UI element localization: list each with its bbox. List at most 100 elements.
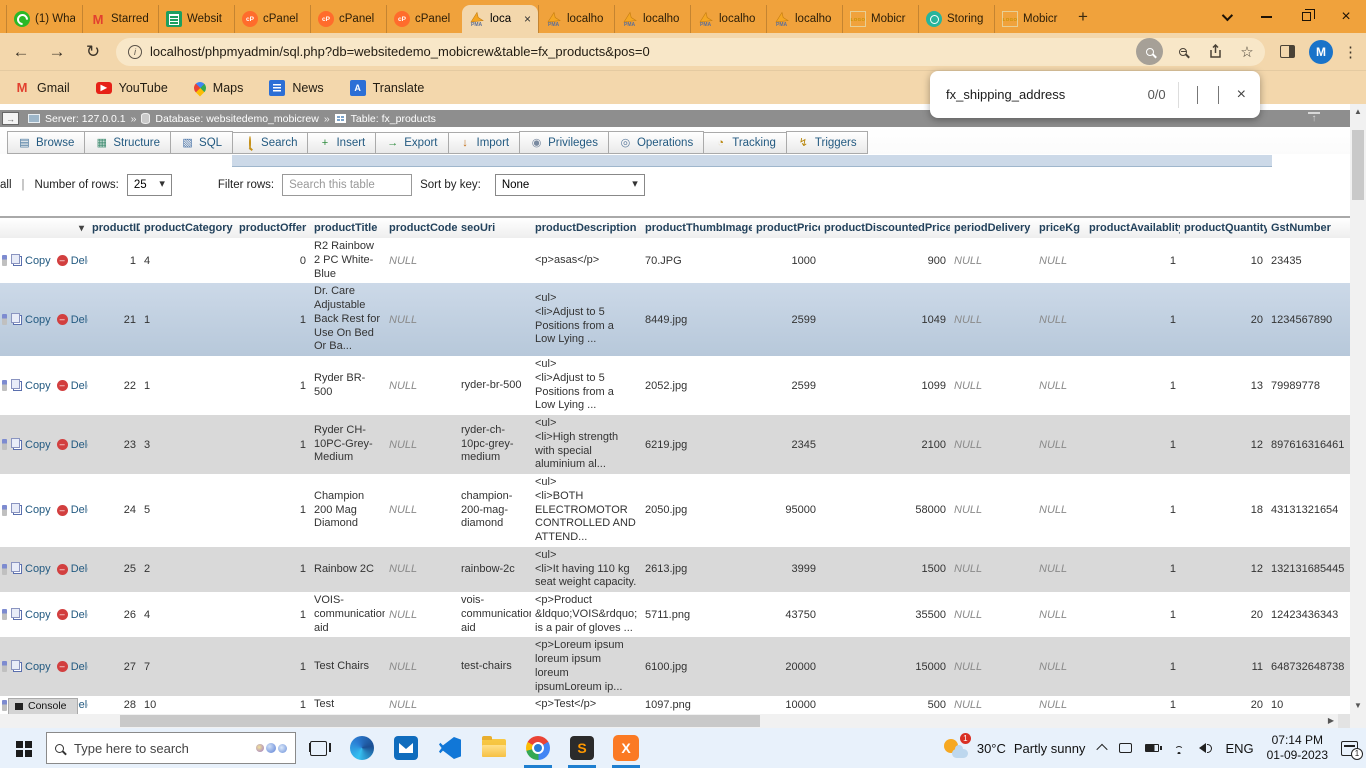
minimize-button[interactable] [1246, 0, 1286, 33]
browser-menu-icon[interactable]: ⋮ [1343, 43, 1358, 61]
taskbar-clock[interactable]: 07:14 PM 01-09-2023 [1267, 733, 1328, 763]
tablet-mode-icon[interactable] [1119, 743, 1132, 753]
console-tab[interactable]: Console [8, 698, 78, 714]
breadcrumb-database[interactable]: Database: websitedemo_mobicrew [155, 113, 318, 125]
browser-tab-6[interactable]: PMAloca× [462, 5, 538, 33]
pma-tab-privileges[interactable]: ◉Privileges [519, 131, 609, 154]
file-explorer-icon[interactable] [472, 728, 516, 768]
column-header-priceKg[interactable]: priceKg [1035, 217, 1085, 238]
row-copy-link[interactable]: Copy [13, 255, 51, 267]
pma-tab-export[interactable]: →Export [375, 132, 448, 154]
side-panel-icon[interactable] [1275, 45, 1299, 58]
bookmark-gmail[interactable]: MGmail [14, 80, 70, 96]
row-delete-link[interactable]: –Delete [57, 255, 88, 267]
column-header-productThumbImage[interactable]: productThumbImage [641, 217, 752, 238]
pma-tab-operations[interactable]: ◎Operations [608, 131, 704, 154]
find-input[interactable] [946, 87, 1140, 102]
column-header-productCode[interactable]: productCode [385, 217, 457, 238]
breadcrumb-server[interactable]: Server: 127.0.0.1 [45, 113, 126, 125]
url-text[interactable]: localhost/phpmyadmin/sql.php?db=websited… [150, 44, 1128, 59]
column-header-productDiscountedPrice[interactable]: productDiscountedPrice [820, 217, 950, 238]
row-delete-link[interactable]: –Delete [57, 380, 88, 392]
row-delete-link[interactable]: –Delete [57, 563, 88, 575]
find-in-page-icon[interactable] [1136, 38, 1163, 65]
sort-by-key-select-input-top[interactable]: None [495, 174, 645, 196]
close-button[interactable]: × [1326, 0, 1366, 33]
bookmark-translate[interactable]: ATranslate [350, 80, 425, 96]
volume-icon[interactable] [1199, 743, 1212, 753]
forward-button[interactable]: → [44, 42, 70, 62]
browser-tab-13[interactable]: LOGOMobicr [994, 5, 1070, 33]
edit-pencil-icon-clipped[interactable] [2, 255, 7, 266]
row-copy-link[interactable]: Copy [13, 661, 51, 673]
browser-tab-3[interactable]: cPcPanel [234, 5, 310, 33]
profile-avatar[interactable]: M [1309, 40, 1333, 64]
pma-tab-triggers[interactable]: ↯Triggers [786, 131, 868, 154]
weather-widget[interactable]: 1 30°C Partly sunny [943, 736, 1086, 760]
notification-center-icon[interactable]: 1 [1341, 741, 1358, 756]
bookmark-youtube[interactable]: ▶YouTube [96, 81, 168, 95]
start-button[interactable] [0, 728, 46, 768]
bookmark-news[interactable]: News [269, 80, 323, 96]
breadcrumb-table[interactable]: Table: fx_products [351, 113, 436, 125]
bookmark-star-icon[interactable]: ☆ [1235, 43, 1259, 61]
column-header-productPrice[interactable]: productPrice [752, 217, 820, 238]
browser-tab-8[interactable]: PMAlocalho [614, 5, 690, 33]
vscode-icon[interactable] [428, 728, 472, 768]
scroll-up-arrow-icon[interactable]: ▲ [1350, 104, 1366, 120]
browser-tab-11[interactable]: LOGOMobicr [842, 5, 918, 33]
find-next-icon[interactable] [1212, 80, 1225, 110]
pma-tab-sql[interactable]: ▧SQL [170, 131, 233, 154]
scroll-to-top-icon[interactable]: ↑ [1308, 112, 1320, 124]
show-all-label-fragment-top[interactable]: all [0, 179, 12, 191]
back-button[interactable]: ← [8, 42, 34, 62]
new-tab-button[interactable]: + [1070, 4, 1096, 30]
column-header-periodDelivery[interactable]: periodDelivery [950, 217, 1035, 238]
edit-pencil-icon-clipped[interactable] [2, 700, 7, 711]
pma-tab-search[interactable]: Search [232, 132, 308, 154]
edit-pencil-icon-clipped[interactable] [2, 439, 7, 450]
browser-tab-9[interactable]: PMAlocalho [690, 5, 766, 33]
task-view-button[interactable] [296, 728, 340, 768]
horizontal-scrollbar[interactable]: ▶ [0, 714, 1350, 728]
column-options-caret-icon[interactable]: ▾ [79, 223, 84, 234]
pma-tab-browse[interactable]: ▤Browse [7, 131, 85, 154]
pma-tab-insert[interactable]: +Insert [307, 132, 376, 154]
mail-icon[interactable] [384, 728, 428, 768]
battery-icon[interactable] [1145, 744, 1159, 752]
row-copy-link[interactable]: Copy [13, 563, 51, 575]
row-delete-link[interactable]: –Delete [57, 661, 88, 673]
bookmark-maps[interactable]: Maps [194, 81, 244, 95]
column-header-productDescription[interactable]: productDescription [531, 217, 641, 238]
pma-tab-import[interactable]: ↓Import [448, 132, 521, 154]
column-header-productQuantity[interactable]: productQuantity [1180, 217, 1267, 238]
pma-tab-structure[interactable]: ▦Structure [84, 131, 171, 154]
edit-pencil-icon-clipped[interactable] [2, 380, 7, 391]
horizontal-scrollbar-thumb[interactable] [120, 715, 760, 727]
reload-button[interactable]: ↻ [80, 42, 106, 62]
sublime-text-icon[interactable]: S [560, 728, 604, 768]
row-delete-link[interactable]: –Delete [57, 439, 88, 451]
edit-pencil-icon-clipped[interactable] [2, 314, 7, 325]
nav-panel-toggle-icon[interactable]: → [2, 112, 19, 125]
find-previous-icon[interactable] [1191, 80, 1204, 110]
row-delete-link[interactable]: –Delete [57, 314, 88, 326]
site-info-icon[interactable]: i [128, 45, 142, 59]
browser-tab-7[interactable]: PMAlocalho [538, 5, 614, 33]
column-header-productTitle[interactable]: productTitle [310, 217, 385, 238]
column-header-productAvailablity[interactable]: productAvailablity [1085, 217, 1180, 238]
browser-tab-0[interactable]: (1) Wha [6, 5, 82, 33]
filter-rows-input-top[interactable] [282, 174, 412, 196]
share-icon[interactable] [1203, 44, 1227, 59]
tab-close-icon[interactable]: × [524, 12, 531, 26]
edit-pencil-icon-clipped[interactable] [2, 609, 7, 620]
language-indicator[interactable]: ENG [1225, 741, 1253, 756]
row-copy-link[interactable]: Copy [13, 439, 51, 451]
edge-icon[interactable] [340, 728, 384, 768]
row-copy-link[interactable]: Copy [13, 504, 51, 516]
browser-tab-10[interactable]: PMAlocalho [766, 5, 842, 33]
edit-pencil-icon-clipped[interactable] [2, 661, 7, 672]
pma-tab-tracking[interactable]: ◔Tracking [703, 132, 787, 154]
taskbar-search[interactable]: Type here to search [46, 732, 296, 764]
tab-search-chevron-icon[interactable] [1206, 0, 1246, 33]
